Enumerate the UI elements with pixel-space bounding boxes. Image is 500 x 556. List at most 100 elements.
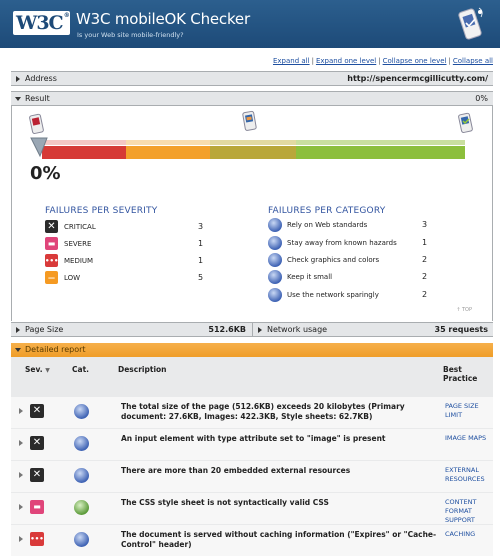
expand-collapse-links: Expand all | Expand one level | Collapse one… [273,57,493,65]
phone-fail-icon [29,113,44,134]
page-size-section-header[interactable]: Page Size 512.6KB [11,322,252,337]
gauge-olive [210,146,296,159]
report-row[interactable]: ✕ An input element with type attribute s… [11,429,493,460]
critical-icon: ✕ [30,436,44,450]
expand-arrow-icon [258,327,262,333]
column-header-best-practice[interactable]: Best Practice [443,365,493,383]
row-description: An input element with type attribute set… [121,434,386,443]
best-practice-link[interactable]: CONTENT FORMAT SUPPORT [445,498,493,525]
network-usage-section-header[interactable]: Network usage 35 requests [252,322,493,337]
link-separator: | [311,57,314,65]
expand-arrow-icon[interactable] [19,472,23,478]
severity-row-severe: ▬ SEVERE 1 [45,237,215,251]
best-practice-link[interactable]: CACHING [445,530,493,539]
w3c-logo[interactable]: W3C® [13,11,70,35]
web-standards-category-icon [74,500,89,515]
mobile-phone-icon [458,7,483,40]
app-header: W3C® W3C mobileOK Checker Is your Web si… [0,0,500,48]
category-row: Stay away from known hazards 1 [268,236,448,250]
severity-row-critical: ✕ CRITICAL 3 [45,220,215,234]
w3c-logo-reg: ® [63,12,70,19]
severity-label: CRITICAL [64,223,96,231]
critical-icon: ✕ [30,468,44,482]
detailed-report-table: Sev. ▼ Cat. Description Best Practice ✕ … [11,357,493,556]
severity-title: FAILURES PER SEVERITY [45,206,158,216]
graphics-colors-icon [268,253,282,267]
gauge-green-light [296,140,465,145]
address-section-header[interactable]: Address http://spencermcgillicutty.com/ [11,71,493,86]
gauge-red [42,146,126,159]
category-label: Rely on Web standards [287,221,368,229]
gauge-olive-light [210,140,296,145]
medium-icon: ••• [30,532,44,546]
severe-icon: ▬ [45,237,58,250]
row-description: The document is served without caching i… [121,530,437,549]
category-row: Use the network sparingly 2 [268,288,448,302]
sort-down-icon: ▼ [45,367,50,374]
best-practice-link[interactable]: PAGE SIZE LIMIT [445,402,493,420]
network-category-icon [74,404,89,419]
critical-icon: ✕ [45,220,58,233]
report-row[interactable]: ▬ The CSS style sheet is not syntactical… [11,493,493,524]
report-row[interactable]: ✕ The total size of the page (512.6KB) e… [11,397,493,428]
w3c-logo-text: W3C [16,12,64,34]
category-row: Rely on Web standards 3 [268,218,448,232]
hazards-icon [268,236,282,250]
category-label: Use the network sparingly [287,291,379,299]
medium-icon: ••• [45,254,58,267]
detailed-report-section-header[interactable]: Detailed report [11,343,493,357]
report-row[interactable]: ••• The document is served without cachi… [11,525,493,556]
row-description: The CSS style sheet is not syntactically… [121,498,329,507]
severity-count: 1 [198,239,204,248]
score-gauge [29,110,473,159]
expand-arrow-icon[interactable] [19,504,23,510]
category-label: Check graphics and colors [287,256,380,264]
page-size-value: 512.6KB [208,325,246,334]
category-label: Keep it small [287,273,333,281]
category-count: 2 [422,255,428,264]
app-title: W3C mobileOK Checker [76,10,250,28]
severity-label: LOW [64,274,81,282]
severity-label: MEDIUM [64,257,94,265]
category-title: FAILURES PER CATEGORY [268,206,386,216]
expand-arrow-icon[interactable] [19,440,23,446]
top-link[interactable]: ↑ TOP [456,307,472,313]
severe-icon: ▬ [30,500,44,514]
collapse-arrow-icon [15,97,21,101]
result-section-header[interactable]: Result 0% [11,91,493,106]
keep-small-icon [268,270,282,284]
network-usage-value: 35 requests [434,325,488,334]
page-size-label: Page Size [25,325,64,334]
row-description: There are more than 20 embedded external… [121,466,351,475]
category-label: Stay away from known hazards [287,239,397,247]
column-header-cat[interactable]: Cat. [72,365,89,374]
category-count: 3 [422,220,428,229]
column-header-sev[interactable]: Sev. ▼ [25,365,50,374]
best-practice-link[interactable]: IMAGE MAPS [445,434,493,443]
expand-arrow-icon[interactable] [19,408,23,414]
column-header-sev-label: Sev. [25,365,43,374]
collapse-one-level-link[interactable]: Collapse one level [383,57,447,65]
app-subtitle: Is your Web site mobile-friendly? [77,31,184,39]
result-label: Result [25,94,50,103]
collapse-all-link[interactable]: Collapse all [453,57,493,65]
category-count: 1 [422,238,428,247]
big-score: 0% [30,163,61,184]
link-separator: | [448,57,451,65]
severity-count: 1 [198,256,204,265]
expand-one-level-link[interactable]: Expand one level [316,57,376,65]
address-label: Address [25,74,57,83]
expand-arrow-icon[interactable] [19,536,23,542]
gauge-orange [126,146,210,159]
column-header-description[interactable]: Description [118,365,167,374]
hazards-category-icon [74,436,89,451]
best-practice-link[interactable]: EXTERNAL RESOURCES [445,466,493,484]
expand-arrow-icon [16,327,20,333]
expand-all-link[interactable]: Expand all [273,57,310,65]
severity-row-low: — LOW 5 [45,271,215,285]
report-row[interactable]: ✕ There are more than 20 embedded extern… [11,461,493,492]
category-count: 2 [422,290,428,299]
severity-row-medium: ••• MEDIUM 1 [45,254,215,268]
network-category-icon [74,468,89,483]
phone-pass-icon [458,112,473,133]
